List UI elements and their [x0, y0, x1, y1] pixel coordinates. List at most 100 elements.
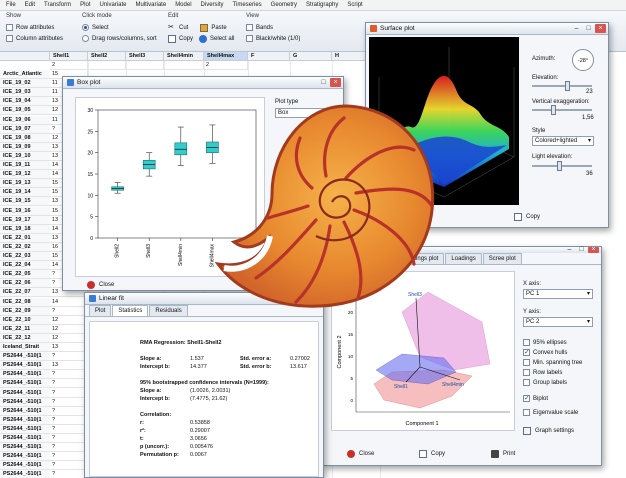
window-title-bar[interactable]: Box plot	[63, 77, 343, 89]
table-cell[interactable]: 12	[50, 324, 88, 334]
table-cell[interactable]: ?	[50, 461, 88, 471]
table-cell[interactable]: ?	[50, 434, 88, 443]
minimize-button[interactable]: –	[564, 246, 575, 253]
table-row-header[interactable]: ICE_19_05	[0, 106, 50, 116]
style-select[interactable]: Colored+lighted	[532, 136, 594, 146]
menu-item-model[interactable]: Model	[175, 2, 191, 8]
tab-residuals[interactable]: Residuals	[149, 305, 188, 316]
vertical-exaggeration-slider[interactable]	[532, 105, 592, 115]
table-row-header[interactable]: ICE_19_10	[0, 151, 50, 161]
checkbox-box[interactable]	[523, 369, 530, 376]
table-cell[interactable]: 2	[204, 61, 248, 70]
table-cell[interactable]: 13	[50, 361, 88, 371]
tab-plot[interactable]: Plot	[89, 305, 112, 316]
table-cell[interactable]: ?	[50, 352, 88, 362]
table-row-header[interactable]: PS2644_-510(1	[0, 370, 50, 380]
table-row-header[interactable]: ICE_19_15	[0, 197, 50, 207]
table-cell[interactable]: ?	[50, 443, 88, 453]
menu-item-file[interactable]: File	[6, 2, 16, 8]
95-ellipses-checkbox[interactable]: 95% ellipses	[523, 339, 567, 346]
table-row-header[interactable]: ICE_19_18	[0, 224, 50, 234]
table-row-header[interactable]: ICE_19_06	[0, 115, 50, 125]
menu-item-plot[interactable]: Plot	[80, 2, 90, 8]
table-row-header[interactable]: ICE_22_07	[0, 288, 50, 298]
column-attributes-checkbox[interactable]: Column attributes	[6, 33, 76, 44]
table-row-header[interactable]: PS2644_-510(1	[0, 415, 50, 425]
checkbox-box[interactable]	[523, 394, 530, 402]
menu-item-diversity[interactable]: Diversity	[201, 2, 224, 8]
table-row-header[interactable]: PS2644_-510(1	[0, 452, 50, 462]
table-row-header[interactable]: ICE_22_09	[0, 306, 50, 316]
select-mode-radio[interactable]: Select	[82, 22, 162, 33]
maximize-button[interactable]: □	[583, 24, 594, 33]
row-labels-checkbox[interactable]: Row labels	[523, 369, 562, 376]
table-row-header[interactable]: Iceland_Strait	[0, 343, 50, 352]
table-cell[interactable]: ?	[50, 306, 88, 316]
biplot-checkbox[interactable]: Biplot	[523, 394, 548, 402]
column-header[interactable]: G	[290, 52, 332, 61]
table-row-header[interactable]: PS2644_-510(1	[0, 397, 50, 407]
elevation-slider-thumb[interactable]	[565, 81, 570, 91]
checkbox-box[interactable]	[6, 35, 13, 42]
table-row-header[interactable]: ICE_19_11	[0, 161, 50, 170]
table-row-header[interactable]: ICE_19_14	[0, 188, 50, 198]
eigenvalue-scale-checkbox[interactable]: Eigenvalue scale	[523, 409, 578, 416]
checkbox-box[interactable]	[523, 409, 530, 416]
table-row-header[interactable]: PS2644_-510(1	[0, 352, 50, 362]
menu-item-stratigraphy[interactable]: Stratigraphy	[306, 2, 338, 8]
table-row-header[interactable]: ICE_22_10	[0, 315, 50, 325]
group-labels-checkbox[interactable]: Group labels	[523, 379, 567, 386]
checkbox-box[interactable]	[523, 339, 530, 346]
table-cell[interactable]: ?	[50, 379, 88, 389]
tab-scree-plot[interactable]: Scree plot	[482, 253, 522, 264]
table-row-header[interactable]: PS2644_-510(1	[0, 434, 50, 443]
table-cell[interactable]: ?	[50, 406, 88, 416]
table-row-header[interactable]: PS2644_-510(1	[0, 379, 50, 389]
paste-button[interactable]: Paste	[211, 25, 226, 31]
table-cell[interactable]: ?	[50, 424, 88, 434]
pca-close-button[interactable]: Close	[347, 450, 374, 458]
table-cell[interactable]: 12	[50, 315, 88, 325]
table-row-header[interactable]: ICE_22_08	[0, 297, 50, 307]
vertical-exaggeration-slider-thumb[interactable]	[551, 105, 557, 115]
menu-item-timeseries[interactable]: Timeseries	[233, 2, 262, 8]
table-row-header[interactable]: PS2644_-510(1	[0, 461, 50, 471]
column-header[interactable]: Shell3	[126, 52, 164, 61]
table-row-header[interactable]: ICE_22_01	[0, 233, 50, 243]
box-plot-close-button[interactable]: Close	[87, 281, 114, 289]
maximize-button[interactable]: □	[318, 78, 329, 87]
table-cell[interactable]: 2	[50, 61, 88, 70]
menu-item-univariate[interactable]: Univariate	[99, 2, 126, 8]
min-spanning-tree-checkbox[interactable]: Min. spanning tree	[523, 359, 582, 366]
column-header[interactable]: Shell4min	[164, 52, 204, 61]
maximize-button[interactable]: □	[576, 246, 587, 253]
x-axis-select[interactable]: PC 1	[523, 289, 593, 299]
cut-button[interactable]: Cut	[179, 25, 188, 31]
azimuth-dial[interactable]: -28°	[572, 49, 594, 71]
menu-item-edit[interactable]: Edit	[25, 2, 35, 8]
table-row-header[interactable]: ICE_19_03	[0, 88, 50, 98]
close-window-button[interactable]: ×	[595, 24, 606, 33]
table-row-header[interactable]: ICE_22_02	[0, 242, 50, 252]
table-row-header[interactable]: ICE_19_02	[0, 79, 50, 89]
table-cell[interactable]: 13	[50, 343, 88, 352]
table-cell[interactable]: ?	[50, 397, 88, 407]
graph-settings-button[interactable]: Graph settings	[523, 427, 574, 435]
table-row-header[interactable]: ICE_22_05	[0, 270, 50, 280]
table-cell[interactable]: ?	[50, 388, 88, 398]
column-header[interactable]: Shell2	[88, 52, 126, 61]
pca-copy-button[interactable]: Copy	[419, 450, 445, 458]
table-row-header[interactable]: PS2644_-510(1	[0, 424, 50, 434]
checkbox-box[interactable]	[6, 24, 13, 31]
checkbox-box[interactable]	[246, 24, 253, 31]
table-cell[interactable]	[126, 61, 164, 70]
checkbox-box[interactable]	[523, 348, 530, 356]
light-elevation-slider[interactable]	[532, 161, 592, 171]
y-axis-select[interactable]: PC 2	[523, 317, 593, 327]
table-row-header[interactable]: PS2644_-510(1	[0, 443, 50, 453]
checkbox-box[interactable]	[246, 35, 253, 42]
table-row-header[interactable]: ICE_19_07	[0, 124, 50, 134]
table-row-header[interactable]: ICE_19_16	[0, 206, 50, 216]
table-row-header[interactable]: ICE_19_12	[0, 170, 50, 180]
table-row-header[interactable]: ICE_22_06	[0, 279, 50, 289]
